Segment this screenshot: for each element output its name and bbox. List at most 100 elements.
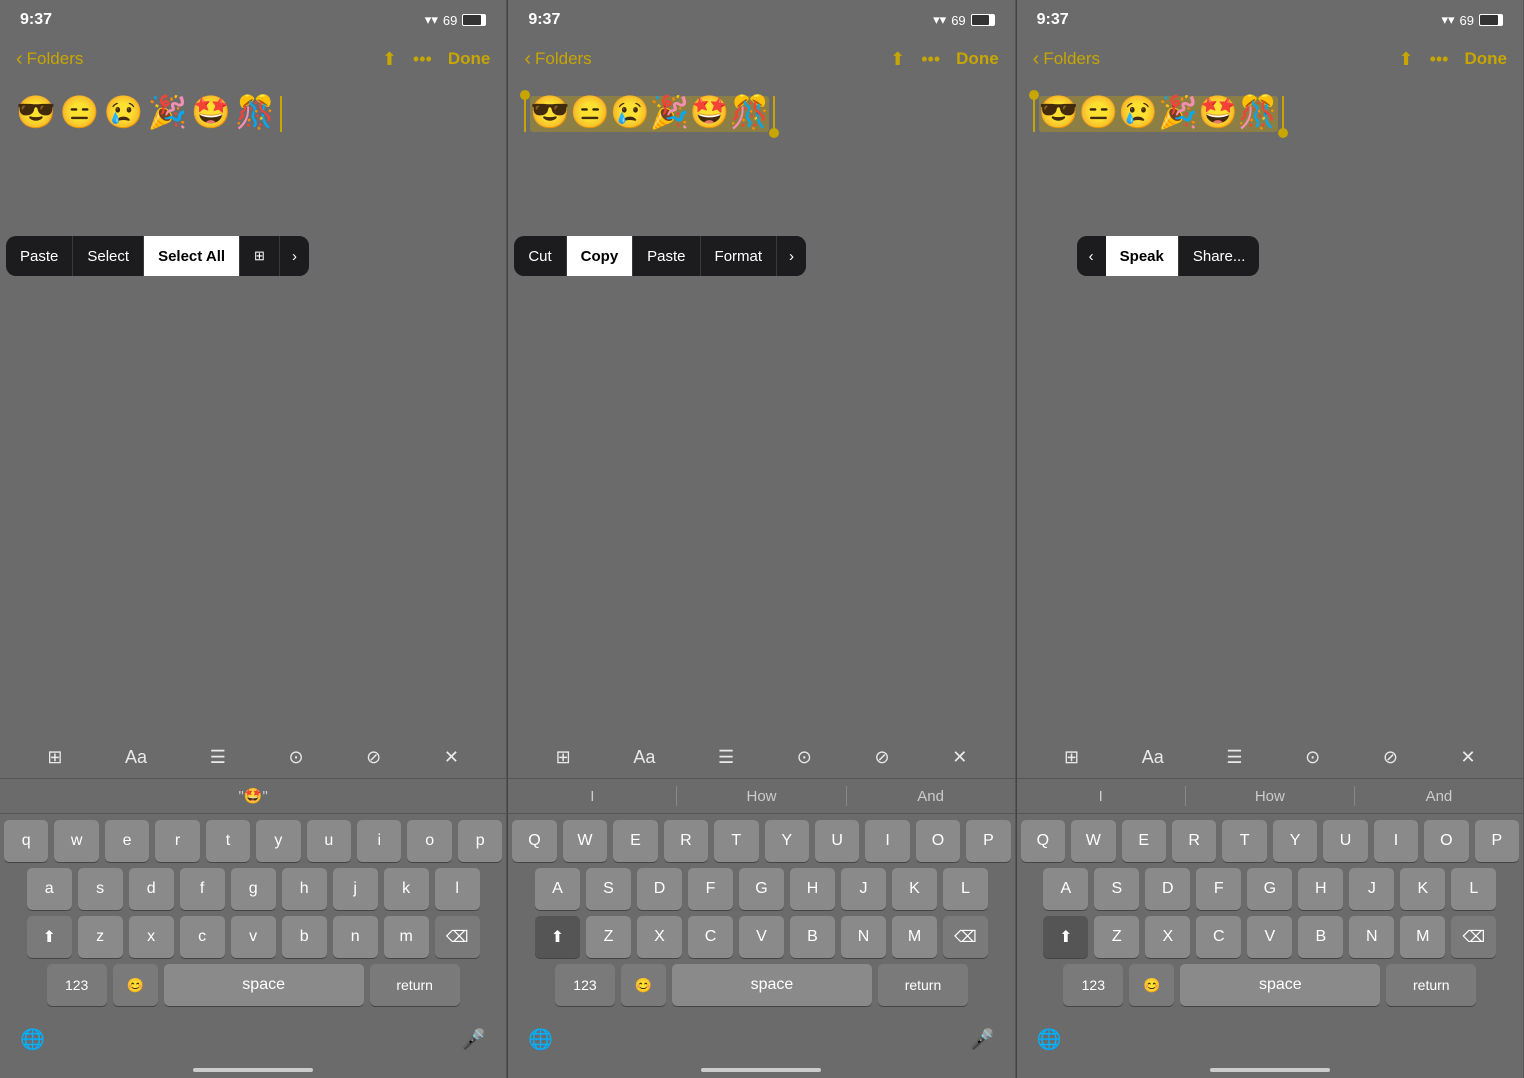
- list-icon-1[interactable]: ☰: [210, 747, 226, 768]
- mic-icon-2[interactable]: 🎤: [970, 1027, 995, 1052]
- key-m[interactable]: m: [384, 916, 429, 958]
- key-G[interactable]: G: [739, 868, 784, 910]
- key-f[interactable]: f: [180, 868, 225, 910]
- key-s[interactable]: s: [78, 868, 123, 910]
- key-t[interactable]: t: [206, 820, 250, 862]
- folders-link-3[interactable]: Folders: [1043, 49, 1100, 69]
- key-M[interactable]: M: [892, 916, 937, 958]
- copy-button-2[interactable]: Copy: [567, 236, 634, 276]
- font-icon-1[interactable]: Aa: [125, 747, 147, 768]
- nav-left-1[interactable]: ‹ Folders: [16, 48, 83, 71]
- key-r[interactable]: r: [155, 820, 199, 862]
- key-l[interactable]: l: [435, 868, 480, 910]
- key-Q-3[interactable]: Q: [1021, 820, 1065, 862]
- key-shift-2[interactable]: ⬆: [535, 916, 580, 958]
- key-x[interactable]: x: [129, 916, 174, 958]
- key-X-3[interactable]: X: [1145, 916, 1190, 958]
- key-z[interactable]: z: [78, 916, 123, 958]
- draw-icon-3[interactable]: ⊘: [1383, 747, 1398, 768]
- pred-i-3[interactable]: I: [1017, 788, 1185, 805]
- key-B[interactable]: B: [790, 916, 835, 958]
- key-return[interactable]: return: [370, 964, 460, 1006]
- key-N-3[interactable]: N: [1349, 916, 1394, 958]
- key-L-3[interactable]: L: [1451, 868, 1496, 910]
- key-A[interactable]: A: [535, 868, 580, 910]
- key-E-3[interactable]: E: [1122, 820, 1166, 862]
- key-i[interactable]: i: [357, 820, 401, 862]
- key-shift[interactable]: ⬆: [27, 916, 72, 958]
- key-M-3[interactable]: M: [1400, 916, 1445, 958]
- key-Z-3[interactable]: Z: [1094, 916, 1139, 958]
- key-S[interactable]: S: [586, 868, 631, 910]
- key-T[interactable]: T: [714, 820, 758, 862]
- key-N[interactable]: N: [841, 916, 886, 958]
- key-V-3[interactable]: V: [1247, 916, 1292, 958]
- camera-icon-2[interactable]: ⊙: [797, 747, 812, 768]
- back-chevron-1[interactable]: ‹: [16, 48, 23, 71]
- table-icon-3[interactable]: ⊞: [1064, 747, 1079, 768]
- close-icon-3[interactable]: ✕: [1461, 747, 1476, 768]
- key-W-3[interactable]: W: [1071, 820, 1115, 862]
- key-K-3[interactable]: K: [1400, 868, 1445, 910]
- key-shift-3[interactable]: ⬆: [1043, 916, 1088, 958]
- key-j[interactable]: j: [333, 868, 378, 910]
- key-G-3[interactable]: G: [1247, 868, 1292, 910]
- share-button-3[interactable]: Share...: [1179, 236, 1260, 276]
- pred-and-3[interactable]: And: [1355, 788, 1523, 805]
- table-icon-1[interactable]: ⊞: [47, 747, 62, 768]
- done-button-2[interactable]: Done: [956, 49, 999, 69]
- font-icon-3[interactable]: Aa: [1142, 747, 1164, 768]
- list-icon-2[interactable]: ☰: [718, 747, 734, 768]
- key-emoji[interactable]: 😊: [113, 964, 158, 1006]
- key-backspace-2[interactable]: ⌫: [943, 916, 988, 958]
- key-S-3[interactable]: S: [1094, 868, 1139, 910]
- key-backspace[interactable]: ⌫: [435, 916, 480, 958]
- format-icon-1[interactable]: ⊞: [240, 236, 280, 276]
- key-return-2[interactable]: return: [878, 964, 968, 1006]
- more-icon-1[interactable]: •••: [413, 49, 432, 70]
- key-emoji-2[interactable]: 😊: [621, 964, 666, 1006]
- key-U-3[interactable]: U: [1323, 820, 1367, 862]
- select-all-button-1[interactable]: Select All: [144, 236, 240, 276]
- table-icon-2[interactable]: ⊞: [556, 747, 571, 768]
- key-V[interactable]: V: [739, 916, 784, 958]
- key-c[interactable]: c: [180, 916, 225, 958]
- key-p[interactable]: p: [458, 820, 502, 862]
- key-num-2[interactable]: 123: [555, 964, 615, 1006]
- close-icon-2[interactable]: ✕: [952, 747, 967, 768]
- key-n[interactable]: n: [333, 916, 378, 958]
- folders-link-2[interactable]: Folders: [535, 49, 592, 69]
- key-J-3[interactable]: J: [1349, 868, 1394, 910]
- key-g[interactable]: g: [231, 868, 276, 910]
- key-I-3[interactable]: I: [1374, 820, 1418, 862]
- key-emoji-3[interactable]: 😊: [1129, 964, 1174, 1006]
- paste-button-2[interactable]: Paste: [633, 236, 700, 276]
- cut-button-2[interactable]: Cut: [514, 236, 566, 276]
- folders-link-1[interactable]: Folders: [27, 49, 84, 69]
- pred-emoji-1[interactable]: "🤩": [0, 787, 506, 805]
- key-T-3[interactable]: T: [1222, 820, 1266, 862]
- pred-and-2[interactable]: And: [847, 788, 1015, 805]
- key-a[interactable]: a: [27, 868, 72, 910]
- camera-icon-3[interactable]: ⊙: [1305, 747, 1320, 768]
- key-B-3[interactable]: B: [1298, 916, 1343, 958]
- key-num[interactable]: 123: [47, 964, 107, 1006]
- more-icon-3[interactable]: •••: [1430, 49, 1449, 70]
- key-return-3[interactable]: return: [1386, 964, 1476, 1006]
- speak-button-3[interactable]: Speak: [1106, 236, 1179, 276]
- key-K[interactable]: K: [892, 868, 937, 910]
- arrow-right-2[interactable]: ›: [777, 236, 806, 276]
- key-b[interactable]: b: [282, 916, 327, 958]
- key-Z[interactable]: Z: [586, 916, 631, 958]
- key-num-3[interactable]: 123: [1063, 964, 1123, 1006]
- share-icon-3[interactable]: ⬆: [1398, 49, 1413, 70]
- key-F[interactable]: F: [688, 868, 733, 910]
- close-icon-1[interactable]: ✕: [444, 747, 459, 768]
- key-R[interactable]: R: [664, 820, 708, 862]
- key-u[interactable]: u: [307, 820, 351, 862]
- key-D-3[interactable]: D: [1145, 868, 1190, 910]
- key-Y-3[interactable]: Y: [1273, 820, 1317, 862]
- arrow-left-3[interactable]: ‹: [1077, 236, 1106, 276]
- key-space-3[interactable]: space: [1180, 964, 1380, 1006]
- key-R-3[interactable]: R: [1172, 820, 1216, 862]
